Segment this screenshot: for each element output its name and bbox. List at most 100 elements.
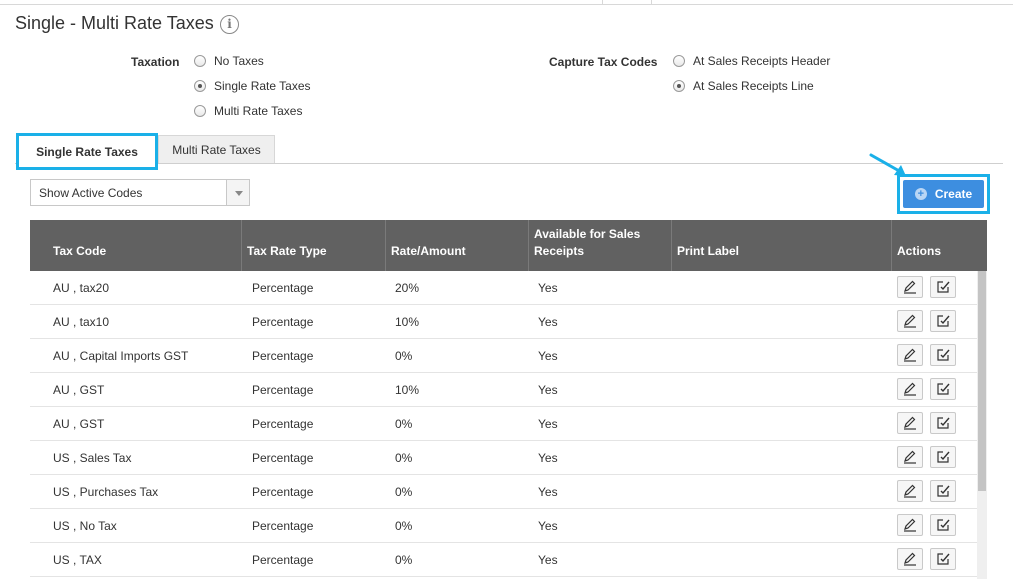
radio-no-taxes[interactable]: No Taxes	[194, 54, 264, 68]
cell-rate-amount: 0%	[395, 553, 413, 567]
table-row[interactable]: US , No Tax Percentage 0% Yes	[30, 509, 977, 543]
radio-button[interactable]	[673, 55, 685, 67]
cell-tax-code: AU , GST	[53, 417, 105, 431]
edit-pencil-icon[interactable]	[897, 480, 923, 502]
edit-pencil-icon[interactable]	[897, 514, 923, 536]
plus-circle-icon: +	[914, 188, 927, 200]
edit-pencil-icon[interactable]	[897, 310, 923, 332]
select-value: Show Active Codes	[39, 186, 143, 200]
active-codes-select[interactable]: Show Active Codes	[30, 179, 250, 206]
edit-box-icon[interactable]	[930, 378, 956, 400]
cell-tax-code: AU , tax20	[53, 281, 110, 295]
cell-rate-amount: 20%	[395, 281, 420, 295]
tab-multi-rate-taxes[interactable]: Multi Rate Taxes	[158, 135, 275, 163]
radio-button[interactable]	[194, 55, 206, 67]
column-header-print-label[interactable]: Print Label	[671, 220, 891, 271]
chevron-down-icon[interactable]	[226, 180, 249, 205]
cell-available: Yes	[538, 553, 558, 567]
cell-available: Yes	[538, 315, 558, 329]
radio-label: At Sales Receipts Line	[693, 79, 814, 93]
table-header: Tax Code Tax Rate Type Rate/Amount Avail…	[30, 220, 987, 271]
table-row[interactable]: AU , GST Percentage 10% Yes	[30, 373, 977, 407]
table-row[interactable]: AU , tax10 Percentage 10% Yes	[30, 305, 977, 339]
header-label: Available for Sales Receipts	[534, 227, 641, 258]
edit-pencil-icon[interactable]	[897, 344, 923, 366]
edit-pencil-icon[interactable]	[897, 378, 923, 400]
edit-box-icon[interactable]	[930, 446, 956, 468]
cell-tax-code: US , Sales Tax	[53, 451, 132, 465]
edit-box-icon[interactable]	[930, 344, 956, 366]
tax-codes-table: Tax Code Tax Rate Type Rate/Amount Avail…	[30, 220, 987, 579]
radio-label: At Sales Receipts Header	[693, 54, 831, 68]
radio-multi-rate-taxes[interactable]: Multi Rate Taxes	[194, 104, 302, 118]
edit-box-icon[interactable]	[930, 310, 956, 332]
cell-available: Yes	[538, 485, 558, 499]
cell-rate-amount: 0%	[395, 519, 413, 533]
cell-available: Yes	[538, 383, 558, 397]
header-label: Tax Code	[53, 244, 107, 258]
table-row[interactable]: AU , Capital Imports GST Percentage 0% Yes	[30, 339, 977, 373]
cell-available: Yes	[538, 417, 558, 431]
tab-single-rate-taxes[interactable]: Single Rate Taxes	[16, 133, 158, 170]
page-title: Single - Multi Rate Taxes	[15, 13, 214, 33]
cell-rate-amount: 0%	[395, 485, 413, 499]
edit-box-icon[interactable]	[930, 514, 956, 536]
table-row[interactable]: US , TAX Percentage 0% Yes	[30, 543, 977, 577]
radio-at-sales-receipts-line[interactable]: At Sales Receipts Line	[673, 79, 814, 93]
edit-box-icon[interactable]	[930, 548, 956, 570]
cell-tax-rate-type: Percentage	[252, 451, 314, 465]
cell-tax-rate-type: Percentage	[252, 383, 314, 397]
scrollbar-thumb[interactable]	[978, 271, 986, 491]
cell-rate-amount: 10%	[395, 383, 420, 397]
radio-label: Multi Rate Taxes	[214, 104, 303, 118]
cell-tax-rate-type: Percentage	[252, 553, 314, 567]
cell-available: Yes	[538, 349, 558, 363]
cell-available: Yes	[538, 281, 558, 295]
radio-button[interactable]	[194, 105, 206, 117]
table-row[interactable]: US , Sales Tax Percentage 0% Yes	[30, 441, 977, 475]
cell-rate-amount: 10%	[395, 315, 420, 329]
cell-tax-code: AU , tax10	[53, 315, 110, 329]
create-button[interactable]: + Create	[903, 180, 984, 208]
create-button-label: Create	[934, 187, 973, 201]
radio-button[interactable]	[194, 80, 206, 92]
table-row[interactable]: AU , GST Percentage 0% Yes	[30, 407, 977, 441]
column-header-available-for-sales-receipts[interactable]: Available for Sales Receipts	[528, 220, 671, 271]
cell-tax-code: US , Purchases Tax	[53, 485, 159, 499]
table-row[interactable]: US , Purchases Tax Percentage 0% Yes	[30, 475, 977, 509]
header-label: Tax Rate Type	[247, 244, 327, 258]
edit-pencil-icon[interactable]	[897, 548, 923, 570]
radio-single-rate-taxes[interactable]: Single Rate Taxes	[194, 79, 311, 93]
cell-tax-rate-type: Percentage	[252, 349, 314, 363]
tabs-divider	[15, 163, 1003, 164]
cell-rate-amount: 0%	[395, 417, 413, 431]
cell-tax-rate-type: Percentage	[252, 281, 314, 295]
column-header-tax-rate-type[interactable]: Tax Rate Type	[241, 220, 385, 271]
table-scrollbar[interactable]	[977, 271, 987, 579]
edit-box-icon[interactable]	[930, 276, 956, 298]
cell-available: Yes	[538, 451, 558, 465]
cell-tax-rate-type: Percentage	[252, 315, 314, 329]
cell-tax-code: AU , GST	[53, 383, 105, 397]
radio-label: Single Rate Taxes	[214, 79, 311, 93]
header-label: Print Label	[677, 244, 740, 258]
cell-tax-rate-type: Percentage	[252, 417, 314, 431]
header-label: Actions	[897, 244, 942, 258]
edit-pencil-icon[interactable]	[897, 412, 923, 434]
info-icon[interactable]: i	[220, 15, 239, 34]
column-header-rate-amount[interactable]: Rate/Amount	[385, 220, 528, 271]
radio-at-sales-receipts-header[interactable]: At Sales Receipts Header	[673, 54, 830, 68]
column-header-actions: Actions	[891, 220, 987, 271]
edit-box-icon[interactable]	[930, 412, 956, 434]
header-label: Rate/Amount	[391, 244, 466, 258]
page-root: Single - Multi Rate Taxes i Taxation No …	[0, 0, 1013, 579]
cell-tax-rate-type: Percentage	[252, 519, 314, 533]
edit-pencil-icon[interactable]	[897, 276, 923, 298]
radio-button[interactable]	[673, 80, 685, 92]
capture-tax-codes-label: Capture Tax Codes	[549, 55, 658, 69]
column-header-tax-code[interactable]: Tax Code	[48, 220, 241, 271]
edit-pencil-icon[interactable]	[897, 446, 923, 468]
top-divider	[0, 4, 1013, 5]
table-row[interactable]: AU , tax20 Percentage 20% Yes	[30, 271, 977, 305]
edit-box-icon[interactable]	[930, 480, 956, 502]
